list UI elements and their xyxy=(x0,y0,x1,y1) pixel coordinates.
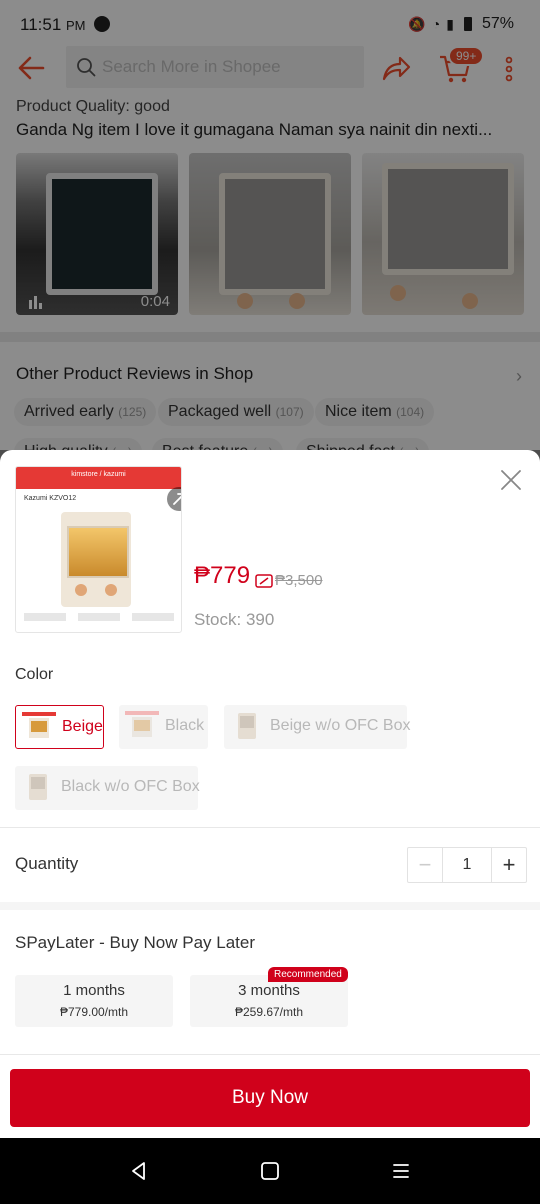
color-option-beige-no-box[interactable]: Beige w/o OFC Box xyxy=(224,705,411,749)
color-option-black[interactable]: Black xyxy=(119,705,208,749)
color-option-label: Beige xyxy=(62,718,103,735)
system-nav-bar xyxy=(0,1138,540,1204)
installment-price: ₱259.67/mth xyxy=(234,1005,304,1019)
section-divider xyxy=(0,902,540,910)
buy-now-button[interactable]: Buy Now xyxy=(10,1069,530,1127)
installment-months: 1 months xyxy=(63,982,125,999)
increase-quantity-button[interactable]: + xyxy=(491,848,526,882)
quantity-stepper: − 1 + xyxy=(407,847,527,883)
product-model-text: Kazumi KZVO12 xyxy=(24,495,77,502)
color-option-black-no-box[interactable]: Black w/o OFC Box xyxy=(15,766,200,810)
color-label: Color xyxy=(15,666,54,683)
divider xyxy=(0,827,540,828)
option-thumbnail xyxy=(238,713,256,739)
installment-price: ₱779.00/mth xyxy=(59,1005,129,1019)
oven-knob xyxy=(75,584,87,596)
color-option-beige[interactable]: Beige xyxy=(15,705,104,749)
installment-option-1-month[interactable]: 1 months ₱779.00/mth xyxy=(15,975,173,1027)
variation-sheet: kimstore / kazumi Kazumi KZVO12 ₱779 ₱3,… xyxy=(0,450,540,1138)
spaylater-title: SPayLater - Buy Now Pay Later xyxy=(15,933,256,952)
oven-knob xyxy=(105,584,117,596)
color-option-label: Black w/o OFC Box xyxy=(61,778,200,795)
installment-option-3-months[interactable]: 3 months ₱259.67/mth xyxy=(190,975,348,1027)
product-image[interactable]: kimstore / kazumi Kazumi KZVO12 xyxy=(15,466,182,633)
coin-discount-icon xyxy=(255,574,273,588)
option-thumbnail xyxy=(125,711,159,737)
installment-months: 3 months xyxy=(238,982,300,999)
expand-icon[interactable] xyxy=(167,487,182,511)
quantity-label: Quantity xyxy=(15,854,79,873)
quantity-input[interactable]: 1 xyxy=(443,848,491,882)
recommended-badge: Recommended xyxy=(268,967,348,982)
product-feature-row xyxy=(24,613,174,623)
product-oven-illustration xyxy=(61,512,131,607)
original-price: ₱3,500 xyxy=(275,572,323,589)
color-option-label: Black xyxy=(165,717,205,734)
overlay-dim[interactable] xyxy=(0,0,540,460)
divider xyxy=(0,1054,540,1055)
option-thumbnail xyxy=(22,712,56,738)
nav-recent-apps-icon[interactable] xyxy=(390,1160,412,1182)
product-brand-text: kimstore / kazumi xyxy=(71,471,126,478)
color-option-label: Beige w/o OFC Box xyxy=(270,717,411,734)
decrease-quantity-button[interactable]: − xyxy=(408,848,443,882)
nav-back-icon[interactable] xyxy=(128,1160,150,1182)
nav-home-icon[interactable] xyxy=(259,1160,281,1182)
option-thumbnail xyxy=(29,774,47,800)
stock-count: Stock: 390 xyxy=(194,610,275,629)
oven-window xyxy=(67,526,129,578)
price: ₱779 xyxy=(194,562,251,589)
close-icon[interactable] xyxy=(500,469,522,491)
